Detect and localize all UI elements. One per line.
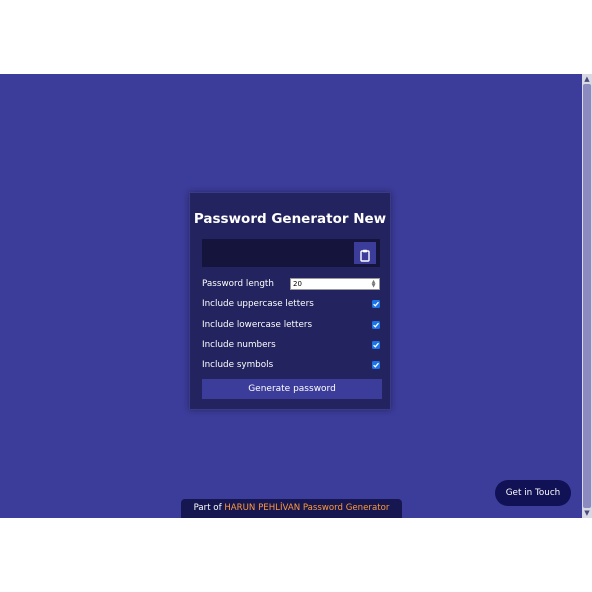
- uppercase-row: Include uppercase letters: [202, 297, 382, 311]
- length-input[interactable]: 20 ▲ ▼: [290, 278, 380, 290]
- lowercase-row: Include lowercase letters: [202, 318, 382, 332]
- lowercase-label: Include lowercase letters: [202, 320, 313, 330]
- check-icon: [373, 342, 379, 348]
- check-icon: [373, 301, 379, 307]
- uppercase-label: Include uppercase letters: [202, 299, 314, 309]
- page-title: Password Generator New: [193, 211, 387, 227]
- length-value: 20: [293, 280, 302, 288]
- numbers-checkbox[interactable]: [372, 341, 380, 349]
- numbers-row: Include numbers: [202, 338, 382, 352]
- length-stepper[interactable]: ▲ ▼: [369, 280, 378, 289]
- numbers-label: Include numbers: [202, 340, 276, 350]
- password-result[interactable]: [202, 239, 380, 267]
- footer-badge: Part of HARUN PEHLİVAN Password Generato…: [181, 499, 402, 518]
- footer-prefix: Part of: [193, 503, 225, 513]
- length-row: Password length 20 ▲ ▼: [202, 277, 382, 291]
- scroll-up-icon[interactable]: ▲: [582, 74, 592, 84]
- scroll-thumb[interactable]: [583, 84, 591, 508]
- lowercase-checkbox[interactable]: [372, 321, 380, 329]
- password-generator-card: Password Generator New Password length 2…: [189, 192, 391, 410]
- footer-link[interactable]: HARUN PEHLİVAN Password Generator: [224, 503, 389, 513]
- page-viewport: Password Generator New Password length 2…: [0, 74, 592, 518]
- clipboard-icon: [360, 249, 370, 262]
- symbols-row: Include symbols: [202, 358, 382, 372]
- get-in-touch-button[interactable]: Get in Touch: [495, 480, 571, 506]
- scroll-down-icon[interactable]: ▼: [582, 508, 592, 518]
- length-label: Password length: [202, 279, 274, 289]
- copy-button[interactable]: [354, 242, 376, 264]
- check-icon: [373, 322, 379, 328]
- uppercase-checkbox[interactable]: [372, 300, 380, 308]
- vertical-scrollbar[interactable]: ▲ ▼: [582, 74, 592, 518]
- generate-password-button[interactable]: Generate password: [202, 379, 382, 399]
- symbols-checkbox[interactable]: [372, 361, 380, 369]
- symbols-label: Include symbols: [202, 360, 274, 370]
- check-icon: [373, 362, 379, 368]
